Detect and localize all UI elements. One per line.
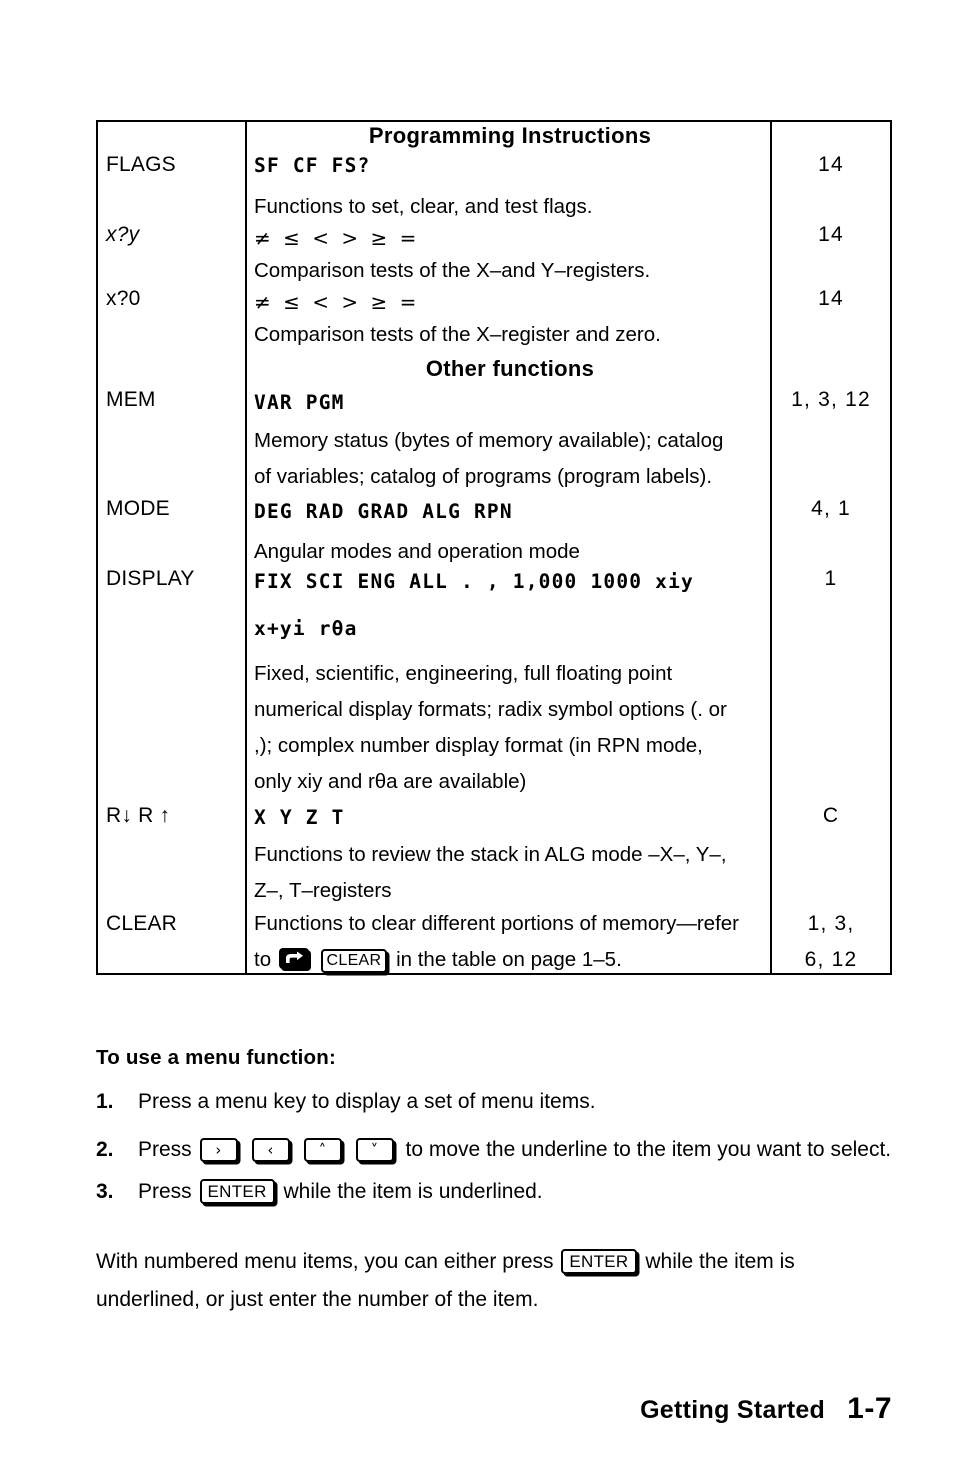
step-3-number: 3. bbox=[96, 1180, 114, 1203]
menu-name-flags: FLAGS bbox=[106, 153, 176, 176]
menu-name-mode: MODE bbox=[106, 497, 170, 520]
footer-page-number: 1-7 bbox=[847, 1392, 892, 1425]
step-2-suffix: to move the underline to the item you wa… bbox=[405, 1138, 892, 1161]
x-cmp-y-description: Comparison tests of the X–and Y–register… bbox=[254, 259, 651, 282]
menu-name-clear: CLEAR bbox=[106, 912, 178, 935]
paragraph-prefix: With numbered menu items, you can either… bbox=[96, 1250, 554, 1273]
manual-page: FLAGS x?y x?0 MEM MODE DISPLAY R↓ R ↑ CL… bbox=[0, 0, 954, 1480]
clear-key-button[interactable]: CLEAR bbox=[320, 949, 388, 973]
right-shift-key-icon[interactable] bbox=[278, 948, 309, 969]
page-ref-clear-line1: 1, 3, bbox=[807, 912, 855, 935]
step-2-number: 2. bbox=[96, 1138, 114, 1161]
clear-description-line1: Functions to clear different portions of… bbox=[254, 912, 739, 935]
instruction-step-2: 2. Press › ‹ ˄ ˅ to move the underline to the… bbox=[96, 1136, 891, 1164]
section-header-other-functions: Other functions bbox=[425, 356, 595, 381]
enter-key-button-paragraph[interactable]: ENTER bbox=[561, 1249, 637, 1274]
step-1-number: 1. bbox=[96, 1090, 114, 1113]
display-lcd-line2: x+yі rθa bbox=[254, 617, 358, 640]
section-header-programming-instructions: Programming Instructions bbox=[368, 123, 652, 148]
mode-description: Angular modes and operation mode bbox=[254, 540, 580, 563]
page-ref-display: 1 bbox=[824, 567, 838, 590]
menu-name-x-cmp-y: x?y bbox=[106, 223, 140, 246]
step-3-suffix: while the item is underlined. bbox=[283, 1180, 543, 1203]
closing-paragraph: With numbered menu items, you can either… bbox=[96, 1243, 896, 1319]
display-description-line3: ,); complex number display format (in RP… bbox=[254, 734, 703, 757]
clear-description-line2: to CLEAR in the table on page 1–5. bbox=[254, 947, 622, 973]
enter-key-button-step3[interactable]: ENTER bbox=[199, 1179, 275, 1204]
table-column-divider-1 bbox=[245, 120, 247, 975]
flags-description: Functions to set, clear, and test flags. bbox=[254, 195, 593, 218]
step-2-prefix: Press bbox=[138, 1138, 192, 1161]
right-arrow-key-button[interactable]: › bbox=[199, 1138, 238, 1162]
x-cmp-y-lcd-line: ≠ ≤ < > ≥ = bbox=[254, 226, 420, 250]
page-ref-mode: 4, 1 bbox=[811, 497, 851, 520]
x-cmp-0-lcd-line: ≠ ≤ < > ≥ = bbox=[254, 290, 420, 314]
footer-chapter-title: Getting Started bbox=[640, 1396, 826, 1424]
up-arrow-key-button[interactable]: ˄ bbox=[303, 1138, 342, 1162]
display-description-line4: only xiy and rθa are available) bbox=[254, 770, 527, 793]
menu-name-display: DISPLAY bbox=[106, 567, 195, 590]
clear-line2-suffix: in the table on page 1–5. bbox=[396, 948, 622, 971]
page-ref-roll: C bbox=[822, 804, 840, 827]
menu-name-mem: MEM bbox=[106, 388, 156, 411]
x-cmp-0-description: Comparison tests of the X–register and z… bbox=[254, 323, 661, 346]
clear-line2-prefix: to bbox=[254, 948, 272, 971]
instruction-step-1: 1. Press a menu key to display a set of m… bbox=[96, 1088, 596, 1116]
page-ref-x-cmp-y: 14 bbox=[818, 223, 844, 246]
paragraph-line2: underlined, or just enter the number of … bbox=[96, 1288, 539, 1311]
roll-lcd-line: X Y Z T bbox=[254, 806, 345, 829]
display-description-line1: Fixed, scientific, engineering, full flo… bbox=[254, 662, 673, 685]
table-column-menu-names: FLAGS x?y x?0 MEM MODE DISPLAY R↓ R ↑ CL… bbox=[106, 120, 241, 975]
mode-lcd-line: DEG RAD GRAD ALG RPN bbox=[254, 500, 513, 523]
page-ref-x-cmp-0: 14 bbox=[818, 287, 844, 310]
step-1-text: Press a menu key to display a set of men… bbox=[138, 1090, 596, 1113]
page-ref-clear-line2: 6, 12 bbox=[804, 948, 858, 971]
table-column-page-refs: 14 14 14 1, 3, 12 4, 1 1 C 1, 3, 6, 12 bbox=[772, 120, 890, 975]
flags-lcd-line: SF CF FS? bbox=[254, 154, 371, 177]
left-arrow-key-button[interactable]: ‹ bbox=[251, 1138, 290, 1162]
step-3-prefix: Press bbox=[138, 1180, 192, 1203]
paragraph-suffix: while the item is bbox=[645, 1250, 795, 1273]
menu-name-x-cmp-0: x?0 bbox=[106, 287, 141, 310]
instruction-step-3: 3. Press ENTER while the item is underlin… bbox=[96, 1178, 543, 1206]
mem-lcd-line: VAR PGM bbox=[254, 391, 345, 414]
display-description-line2: numerical display formats; radix symbol … bbox=[254, 698, 727, 721]
page-ref-mem: 1, 3, 12 bbox=[791, 388, 871, 411]
table-column-descriptions: Programming Instructions SF CF FS? Funct… bbox=[254, 120, 766, 975]
roll-description-line2: Z–, T–registers bbox=[254, 879, 392, 902]
page-footer: Getting Started 1-7 bbox=[640, 1392, 892, 1426]
page-ref-flags: 14 bbox=[818, 153, 844, 176]
down-arrow-key-button[interactable]: ˅ bbox=[355, 1138, 394, 1162]
menu-name-roll: R↓ R ↑ bbox=[106, 804, 171, 827]
mem-description-line1: Memory status (bytes of memory available… bbox=[254, 429, 724, 452]
mem-description-line2: of variables; catalog of programs (progr… bbox=[254, 465, 713, 488]
instructions-title: To use a menu function: bbox=[96, 1046, 336, 1069]
roll-description-line1: Functions to review the stack in ALG mod… bbox=[254, 843, 727, 866]
display-lcd-line1: FIX SCI ENG ALL . , 1,000 1000 xіy bbox=[254, 570, 694, 593]
